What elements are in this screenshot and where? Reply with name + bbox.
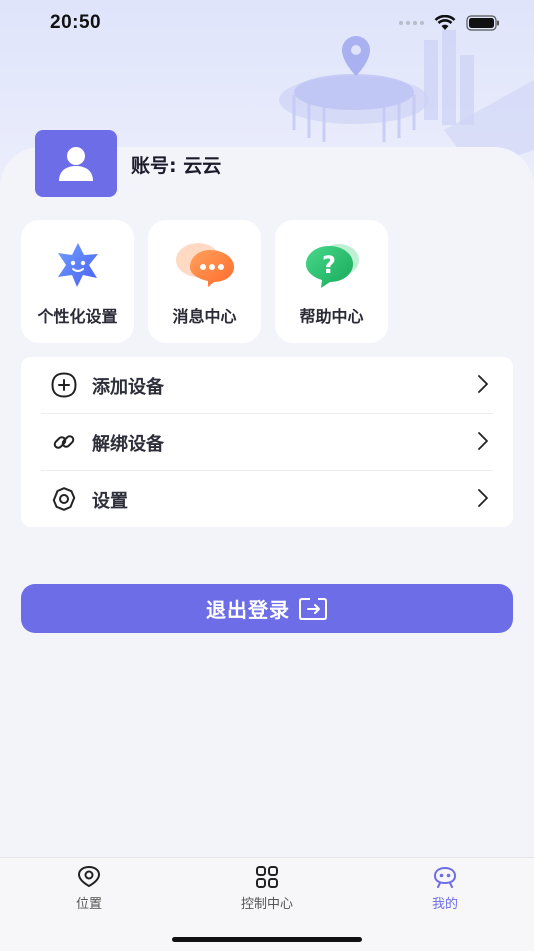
tab-mine[interactable]: 我的 [390,866,500,912]
menu-label: 解绑设备 [92,434,164,455]
chevron-right-icon [478,489,488,507]
gear-icon [52,487,76,511]
user-icon [59,146,93,181]
tab-label: 控制中心 [240,897,293,912]
status-time: 20:50 [50,12,102,33]
menu-label: 设置 [92,491,128,512]
plus-circle-icon [51,372,77,398]
tab-label: 我的 [431,897,458,912]
tile-label: 个性化设置 [37,307,118,326]
svg-text:?: ? [322,251,336,279]
tile-messages[interactable]: 消息中心 [148,220,261,343]
chevron-right-icon [478,432,488,450]
signal-icon [399,21,424,25]
star-face-icon [57,243,98,287]
menu-label: 添加设备 [92,377,164,398]
chevron-right-icon [478,375,488,393]
wifi-icon [434,15,456,30]
logout-icon [299,597,327,620]
avatar[interactable] [35,130,117,197]
grid-icon [256,866,278,888]
location-icon [77,866,101,888]
settings-menu: 添加设备 解绑设备 设置 [21,357,513,527]
menu-item-settings[interactable]: 设置 [21,471,513,527]
home-indicator [172,937,362,942]
status-icons [398,15,500,31]
battery-icon [466,15,499,31]
tile-help[interactable]: ? 帮助中心 [275,220,388,343]
menu-item-add-device[interactable]: 添加设备 [21,357,513,413]
chat-bubbles-icon [175,243,234,287]
question-bubble-icon: ? [305,244,359,288]
robot-face-icon [433,866,457,888]
tab-location[interactable]: 位置 [34,866,144,912]
tile-label: 帮助中心 [299,307,364,326]
menu-item-unbind-device[interactable]: 解绑设备 [21,414,513,470]
feature-tiles: 个性化设置 消息中心 ? 帮助中心 [21,220,388,343]
tile-label: 消息中心 [172,307,237,326]
tab-control-center[interactable]: 控制中心 [212,866,322,912]
tile-personalization[interactable]: 个性化设置 [21,220,134,343]
unlink-icon [53,435,75,449]
account-label: 账号: 云云 [131,155,222,177]
status-bar: 20:50 [0,0,534,50]
logout-button[interactable]: 退出登录 [21,584,513,633]
logout-label: 退出登录 [206,598,290,622]
tab-label: 位置 [75,897,102,912]
